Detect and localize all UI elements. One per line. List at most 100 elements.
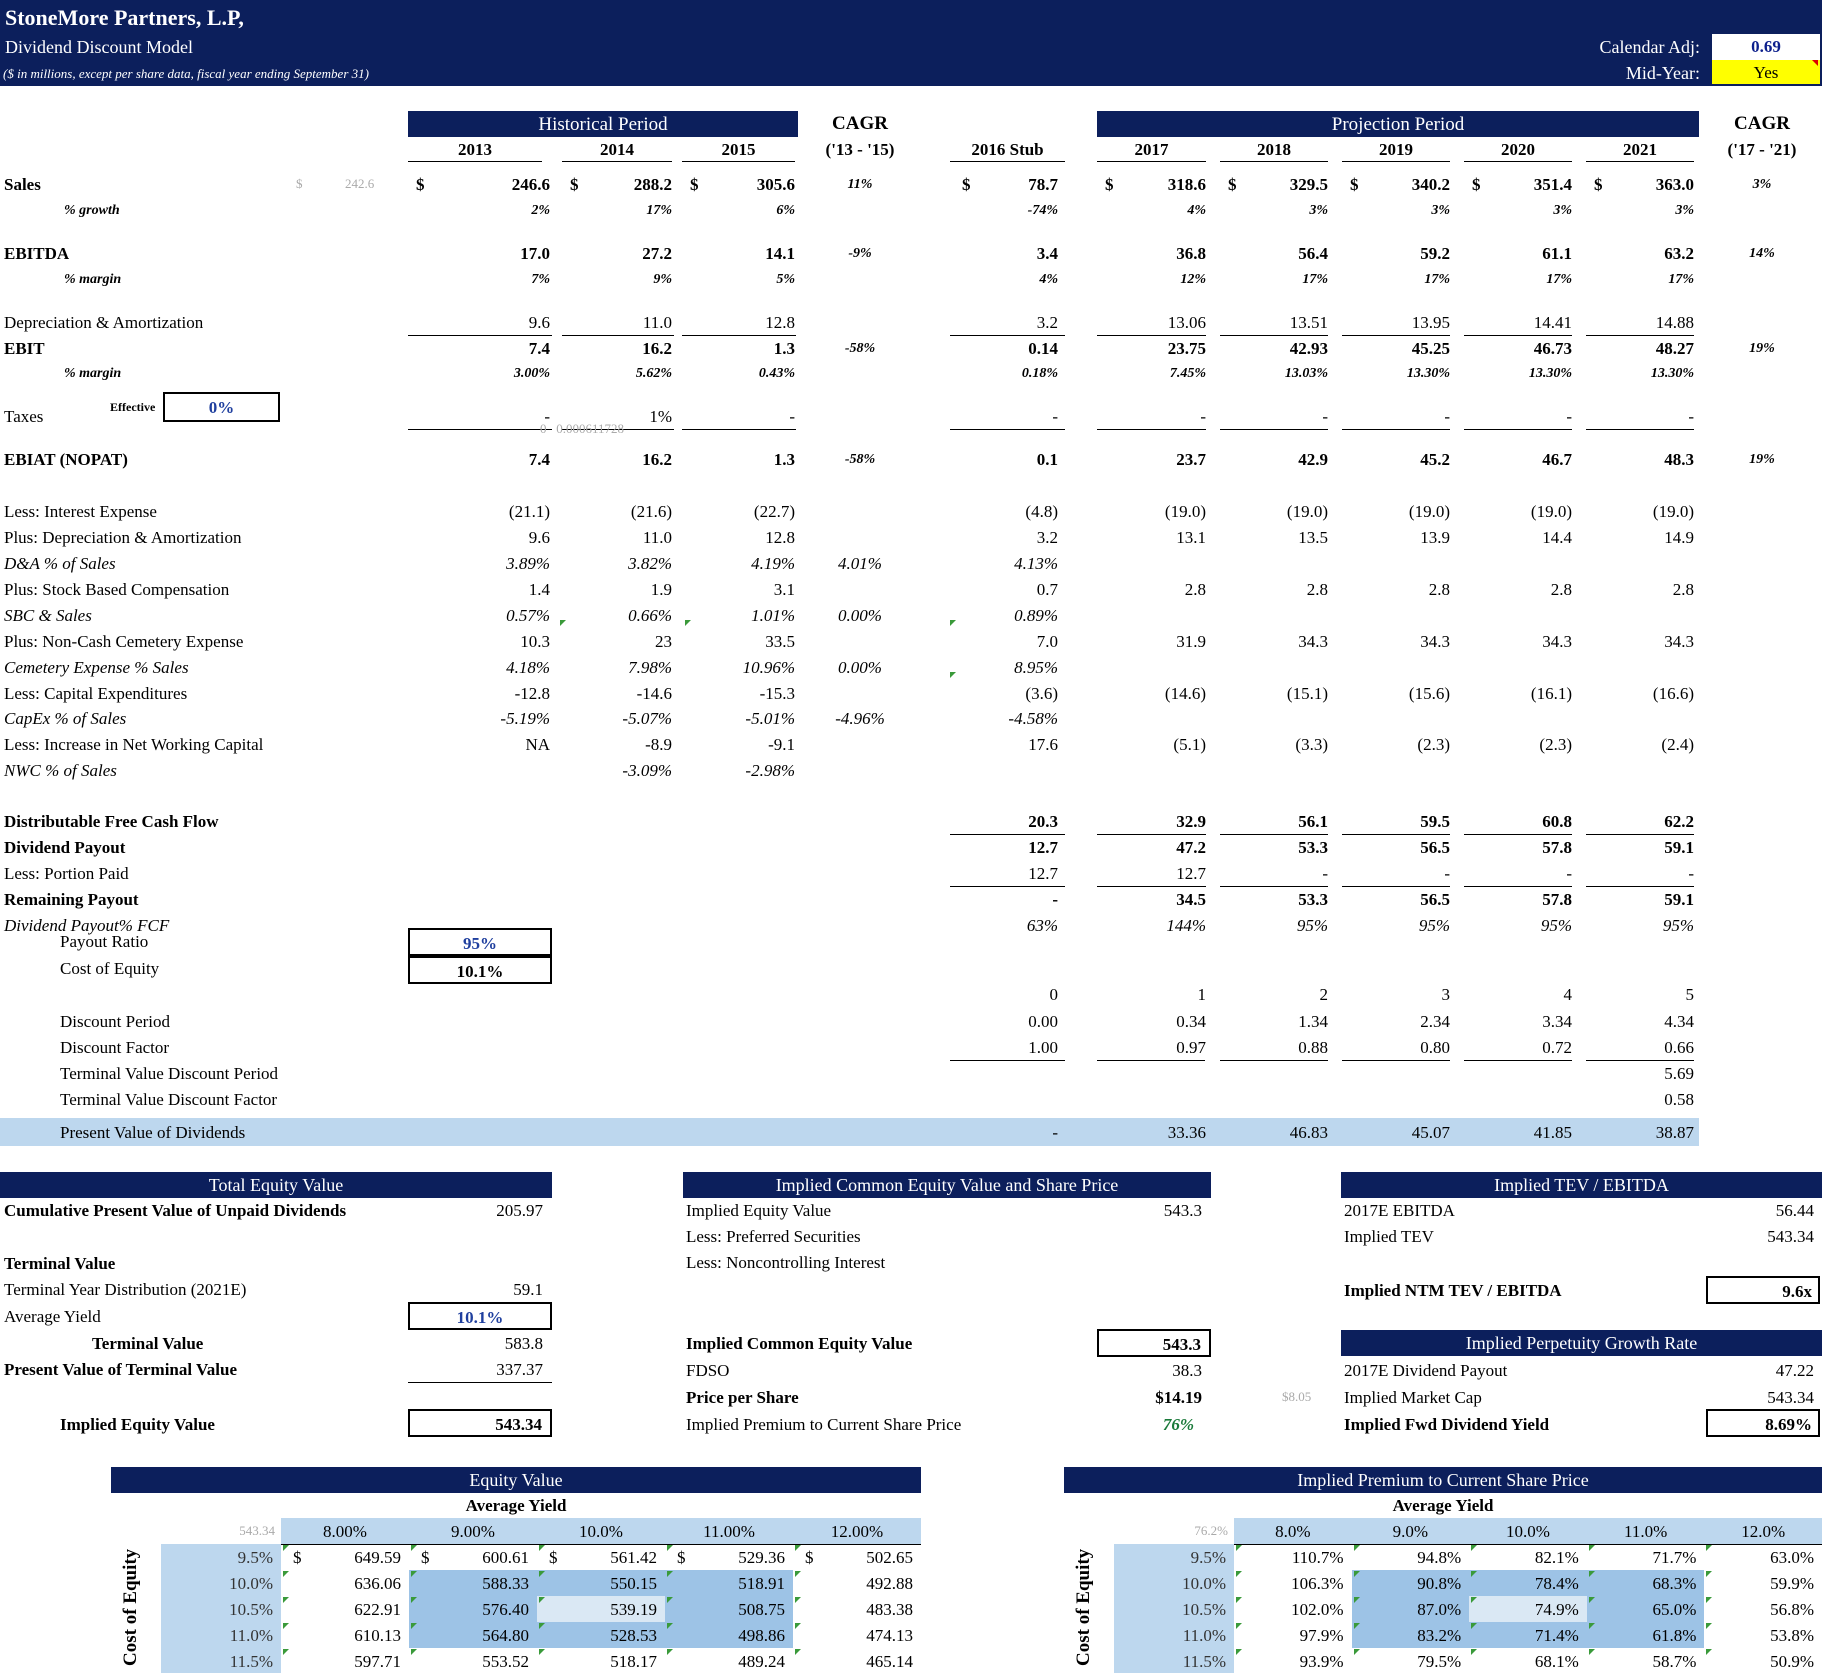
sens-cell[interactable]: 61.8% <box>1587 1627 1696 1644</box>
sens-cell[interactable]: 474.13 <box>793 1627 913 1644</box>
proj-value: 13.51 <box>1289 313 1328 332</box>
sens-cell[interactable]: 53.8% <box>1704 1627 1814 1644</box>
sens-cell[interactable]: 610.13 <box>281 1627 401 1644</box>
sens-cell[interactable]: 97.9% <box>1234 1627 1344 1644</box>
sens-cell[interactable]: 59.9% <box>1704 1575 1814 1592</box>
stub-value: 0.89% <box>1014 606 1058 625</box>
stub-value: 3.4 <box>1036 244 1058 263</box>
proj-value: (15.6) <box>1408 684 1450 703</box>
stub-value: 7.0 <box>1036 632 1058 651</box>
hist-value: 0.57% <box>506 606 550 625</box>
sens-cell[interactable]: 94.8% <box>1352 1549 1461 1566</box>
sens-cell[interactable]: 489.24 <box>665 1653 785 1670</box>
note-marker-icon <box>539 1545 545 1551</box>
sens-cell[interactable]: 79.5% <box>1352 1653 1461 1670</box>
mid-year-input[interactable]: Yes <box>1712 60 1820 84</box>
sens-cell[interactable]: 588.33 <box>409 1575 529 1592</box>
note-marker-icon <box>1353 1597 1360 1603</box>
stub-value: 17.6 <box>1028 735 1058 754</box>
sens-cell[interactable]: 508.75 <box>665 1601 785 1618</box>
hist-value: -3.09% <box>622 761 672 780</box>
underline <box>682 429 796 430</box>
calendar-adj-input[interactable]: 0.69 <box>1712 34 1820 60</box>
sens-cell[interactable]: 564.80 <box>409 1627 529 1644</box>
sens-cell[interactable]: 71.4% <box>1469 1627 1579 1644</box>
underline <box>1342 429 1450 430</box>
dollar-sign: $ <box>1472 175 1481 194</box>
sens-cell[interactable]: 56.8% <box>1704 1601 1814 1618</box>
sens-cell[interactable]: 90.8% <box>1352 1575 1461 1592</box>
hist-value: 5% <box>776 272 795 287</box>
sens-cell[interactable]: 82.1% <box>1469 1549 1579 1566</box>
sens-cell[interactable]: 65.0% <box>1587 1601 1696 1618</box>
hist-cagr: -58% <box>844 452 876 467</box>
hist-value: -15.3 <box>759 684 795 703</box>
sens-cell[interactable]: 597.71 <box>281 1653 401 1670</box>
sens-row-header: 11.0% <box>1182 1626 1226 1645</box>
sens-cell[interactable]: 63.0% <box>1704 1549 1814 1566</box>
sens-cell[interactable]: 93.9% <box>1234 1653 1344 1670</box>
sens-col-header: 9.00% <box>451 1522 495 1541</box>
note-marker-icon <box>411 1597 417 1603</box>
current-price-ghost: $8.05 <box>1282 1389 1312 1404</box>
fdso-label: FDSO <box>686 1361 730 1380</box>
stub-value: 0.1 <box>1036 450 1058 469</box>
payout-ratio-input[interactable]: 95% <box>408 928 552 956</box>
sens-cell[interactable]: 518.91 <box>665 1575 785 1592</box>
sens-cell[interactable]: 71.7% <box>1587 1549 1696 1566</box>
stub-value: 4% <box>1039 272 1058 287</box>
itev-header: Implied TEV / EBITDA <box>1341 1172 1822 1198</box>
avg-yield-input[interactable]: 10.1% <box>408 1302 552 1330</box>
sens-cell[interactable]: 622.91 <box>281 1601 401 1618</box>
note-marker-icon <box>1706 1649 1713 1655</box>
sens-cell[interactable]: 492.88 <box>793 1575 913 1592</box>
hist-value: 23 <box>655 632 672 651</box>
sens-cell[interactable]: 102.0% <box>1234 1601 1343 1618</box>
sens-cell[interactable]: 518.17 <box>537 1653 657 1670</box>
sens-cell[interactable]: 553.52 <box>409 1653 529 1670</box>
note-marker-icon <box>1588 1545 1595 1551</box>
disc-factor: 0.80 <box>1420 1038 1450 1057</box>
effective-tax-input[interactable]: 0% <box>163 392 280 422</box>
proj-value: 17% <box>1302 272 1328 287</box>
disc-factor: 0.97 <box>1176 1038 1206 1057</box>
sens-cell[interactable]: 74.9% <box>1469 1601 1579 1618</box>
sens-cell[interactable]: 106.3% <box>1234 1575 1343 1592</box>
sens-cell[interactable]: 636.06 <box>281 1575 401 1592</box>
period-index: 0 <box>1049 985 1059 1004</box>
cost-of-equity-input[interactable]: 10.1% <box>408 956 552 984</box>
sens-cell[interactable]: 498.86 <box>665 1627 785 1644</box>
dollar-sign: $ <box>677 1548 686 1567</box>
historical-header: Historical Period <box>408 111 798 137</box>
sens-cell[interactable]: 528.53 <box>537 1627 657 1644</box>
proj-value: (19.0) <box>1530 502 1572 521</box>
sens-cell[interactable]: 50.9% <box>1704 1653 1814 1670</box>
sens-cell[interactable]: 576.40 <box>409 1601 529 1618</box>
nci-label: Less: Noncontrolling Interest <box>686 1253 886 1272</box>
sens-cell[interactable]: 58.7% <box>1587 1653 1696 1670</box>
div17-label: 2017E Dividend Payout <box>1344 1361 1508 1380</box>
sens-cell[interactable]: 83.2% <box>1352 1627 1461 1644</box>
underline <box>1097 886 1206 887</box>
stub-value: 3.2 <box>1036 313 1058 332</box>
proj-value: 14.88 <box>1655 313 1694 332</box>
sens-cell[interactable]: 539.19 <box>537 1601 657 1618</box>
row-label: SBC & Sales <box>4 606 92 625</box>
underline <box>950 335 1065 336</box>
implied-tev-value: 543.34 <box>1767 1227 1814 1246</box>
proj-value: 46.7 <box>1542 450 1572 469</box>
sens-cell[interactable]: 68.3% <box>1587 1575 1696 1592</box>
sens-cell[interactable]: 78.4% <box>1469 1575 1579 1592</box>
sens-cell[interactable]: 110.7% <box>1234 1549 1344 1566</box>
sens-cell[interactable]: 465.14 <box>793 1653 913 1670</box>
proj-value: - <box>1688 407 1694 426</box>
sens-cell[interactable]: 550.15 <box>537 1575 657 1592</box>
note-marker-icon <box>1706 1571 1713 1577</box>
sens-col-header: 9.0% <box>1392 1522 1429 1541</box>
sens-cell[interactable]: 483.38 <box>793 1601 913 1618</box>
sens-cell[interactable]: 68.1% <box>1469 1653 1579 1670</box>
hist-value: 12.8 <box>765 313 795 332</box>
proj-value: 59.1 <box>1664 890 1694 909</box>
hist-value: 12.8 <box>765 528 795 547</box>
sens-cell[interactable]: 87.0% <box>1352 1601 1461 1618</box>
